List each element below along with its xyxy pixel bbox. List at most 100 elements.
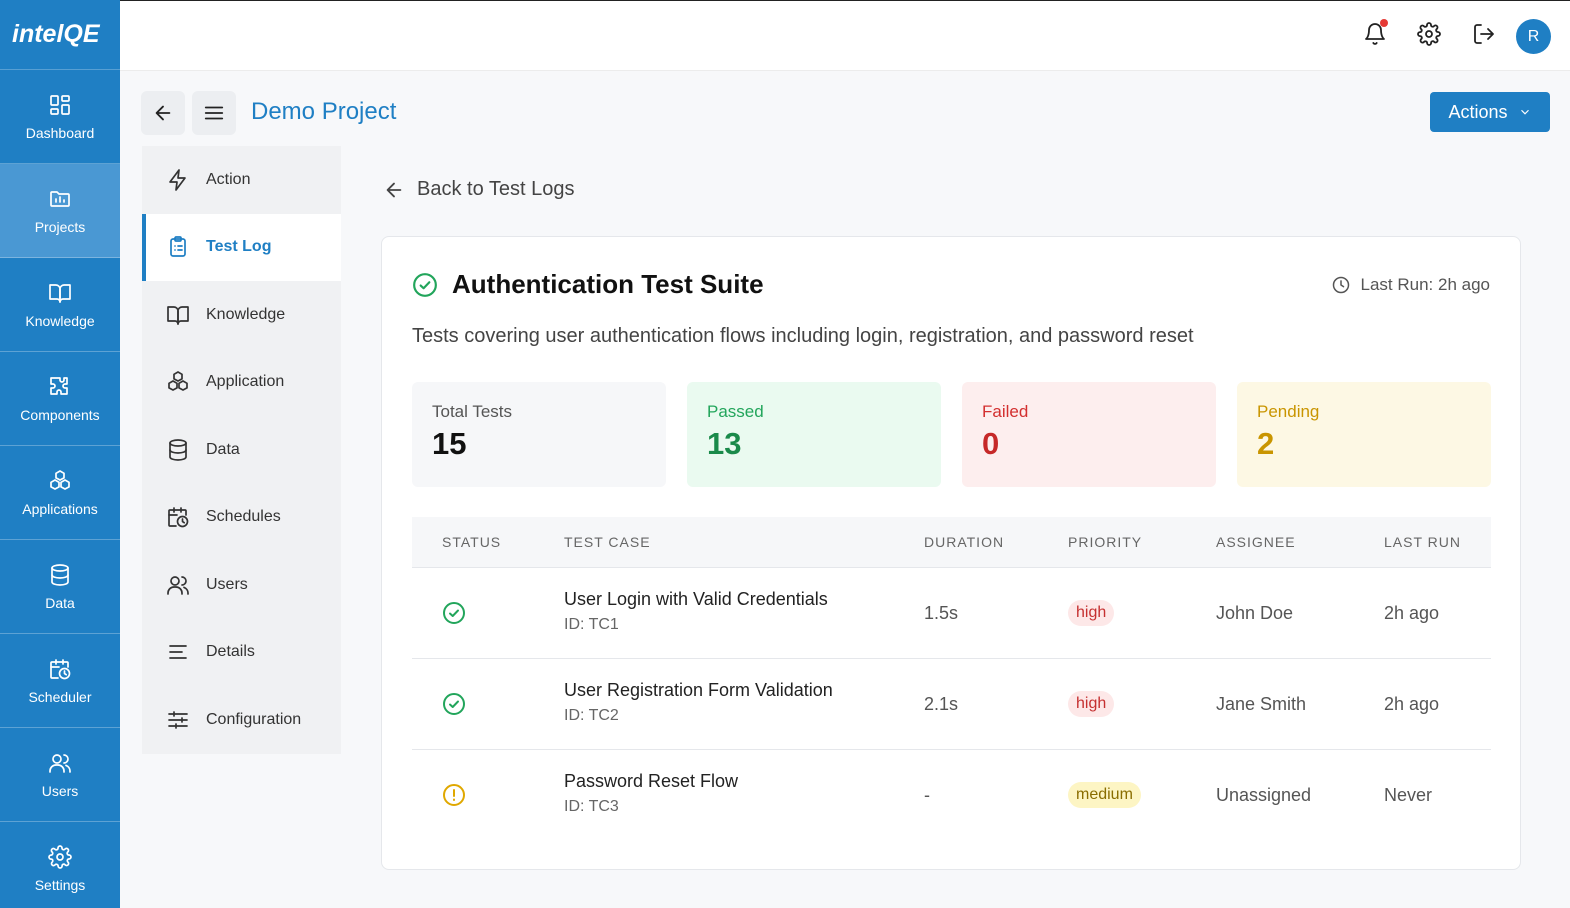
table-row[interactable]: Password Reset Flow ID: TC3 - medium Una…: [412, 750, 1491, 841]
clipboard-icon: [170, 236, 186, 258]
dashboard-icon: [50, 94, 70, 115]
arrow-left-icon: [386, 182, 402, 197]
rail-item-knowledge[interactable]: Knowledge: [0, 258, 120, 352]
notifications-button[interactable]: [1360, 19, 1390, 49]
check-circle-icon: [443, 602, 465, 624]
test-last-run: Never: [1384, 785, 1433, 805]
stat-card-total: Total Tests 15: [412, 382, 666, 487]
test-case-name[interactable]: User Registration Form Validation: [564, 680, 833, 701]
boxes-icon: [50, 469, 70, 490]
test-assignee: Unassigned: [1216, 785, 1312, 805]
subnav-item-configuration[interactable]: Configuration: [142, 686, 341, 754]
rail-item-data[interactable]: Data: [0, 540, 120, 634]
subnav-item-knowledge[interactable]: Knowledge: [142, 281, 341, 349]
last-run-text: Last Run: 2h ago: [1360, 275, 1490, 294]
top-bar: R: [120, 0, 1570, 71]
calendar-clock-icon: [50, 658, 71, 679]
subnav-item-label: Configuration: [206, 710, 302, 728]
puzzle-icon: [50, 376, 68, 395]
rail-item-label: Settings: [34, 877, 86, 893]
subnav-item-label: Users: [206, 575, 248, 593]
gear-icon: [48, 845, 72, 869]
clock-icon: [1332, 276, 1349, 294]
stat-card-failed: Failed 0: [962, 382, 1216, 487]
rail-item-users[interactable]: Users: [0, 728, 120, 822]
stat-label: Total Tests: [432, 402, 513, 421]
logout-button[interactable]: [1469, 19, 1499, 49]
priority-badge: medium: [1068, 782, 1141, 808]
stat-value: 13: [707, 426, 742, 461]
back-to-test-logs-link[interactable]: Back to Test Logs: [383, 178, 575, 201]
rail-item-settings[interactable]: Settings: [0, 822, 120, 908]
menu-icon: [204, 106, 224, 120]
rail-item-label: Users: [41, 782, 79, 799]
test-case-name[interactable]: Password Reset Flow: [564, 771, 738, 792]
menu-toggle-button[interactable]: [192, 91, 236, 135]
test-case-id: ID: TC1: [564, 616, 619, 633]
notification-dot: [1380, 19, 1388, 27]
settings-button[interactable]: [1414, 19, 1444, 49]
stat-label: Failed: [982, 402, 1029, 421]
test-case-name[interactable]: User Login with Valid Credentials: [564, 589, 828, 610]
rail-item-label: Applications: [22, 500, 98, 517]
subnav-item-test-log[interactable]: Test Log: [142, 213, 341, 281]
table-row[interactable]: User Login with Valid Credentials ID: TC…: [412, 568, 1491, 659]
column-header-assignee[interactable]: ASSIGNEE: [1216, 534, 1296, 550]
test-last-run: 2h ago: [1384, 603, 1440, 623]
lines-icon: [169, 645, 187, 660]
column-header-last-run[interactable]: LAST RUN: [1384, 534, 1461, 550]
column-header-test-case[interactable]: TEST CASE: [564, 534, 651, 550]
stat-card-passed: Passed 13: [687, 382, 941, 487]
users-icon: [49, 753, 71, 773]
column-header-priority[interactable]: PRIORITY: [1068, 534, 1142, 550]
column-header-status[interactable]: STATUS: [442, 534, 501, 550]
actions-dropdown-button[interactable]: Actions: [1430, 92, 1550, 132]
subnav-item-action[interactable]: Action: [142, 146, 341, 214]
priority-badge: high: [1068, 691, 1115, 717]
suite-last-run: Last Run: 2h ago: [1331, 275, 1490, 295]
subnav-item-users[interactable]: Users: [142, 551, 341, 619]
test-duration: 2.1s: [924, 694, 959, 714]
boxes-icon: [168, 371, 188, 392]
subnav-item-data[interactable]: Data: [142, 416, 341, 484]
database-icon: [169, 438, 187, 461]
priority-badge: high: [1068, 600, 1115, 626]
rail-item-label: Components: [20, 406, 100, 423]
subnav-item-label: Data: [206, 440, 240, 458]
rail-item-applications[interactable]: Applications: [0, 446, 120, 540]
rail-item-components[interactable]: Components: [0, 352, 120, 446]
rail-item-label: Projects: [34, 218, 86, 235]
subnav-item-schedules[interactable]: Schedules: [142, 484, 341, 552]
stat-value: 2: [1257, 426, 1275, 461]
status-passed: [442, 601, 466, 625]
calendar-clock-icon: [168, 507, 189, 528]
avatar[interactable]: R: [1516, 19, 1551, 54]
suite-header: Authentication Test Suite: [412, 269, 764, 300]
stat-label: Pending: [1257, 402, 1320, 421]
users-icon: [167, 575, 189, 595]
test-duration: 1.5s: [924, 603, 959, 623]
book-icon: [49, 283, 71, 303]
check-circle-icon: [443, 693, 465, 715]
test-last-run: 2h ago: [1384, 694, 1440, 714]
app-logo[interactable]: intelQE: [0, 0, 120, 70]
subnav-item-label: Knowledge: [206, 305, 286, 323]
subnav-item-label: Test Log: [206, 238, 272, 256]
test-case-id: ID: TC2: [564, 707, 619, 724]
sliders-icon: [168, 710, 188, 729]
book-icon: [167, 305, 189, 325]
subnav-item-details[interactable]: Details: [142, 619, 341, 687]
project-title: Demo Project: [251, 98, 397, 125]
rail-item-scheduler[interactable]: Scheduler: [0, 634, 120, 728]
status-pending: [442, 783, 466, 807]
table-row[interactable]: User Registration Form Validation ID: TC…: [412, 659, 1491, 750]
subnav-item-label: Application: [206, 373, 285, 391]
stat-label: Passed: [707, 402, 764, 421]
test-case-id: ID: TC3: [564, 798, 619, 815]
logout-icon: [1474, 24, 1494, 44]
column-header-duration[interactable]: DURATION: [924, 534, 1004, 550]
subnav-item-application[interactable]: Application: [142, 349, 341, 417]
back-button[interactable]: [141, 91, 185, 135]
rail-item-projects[interactable]: Projects: [0, 164, 120, 258]
rail-item-dashboard[interactable]: Dashboard: [0, 70, 120, 164]
